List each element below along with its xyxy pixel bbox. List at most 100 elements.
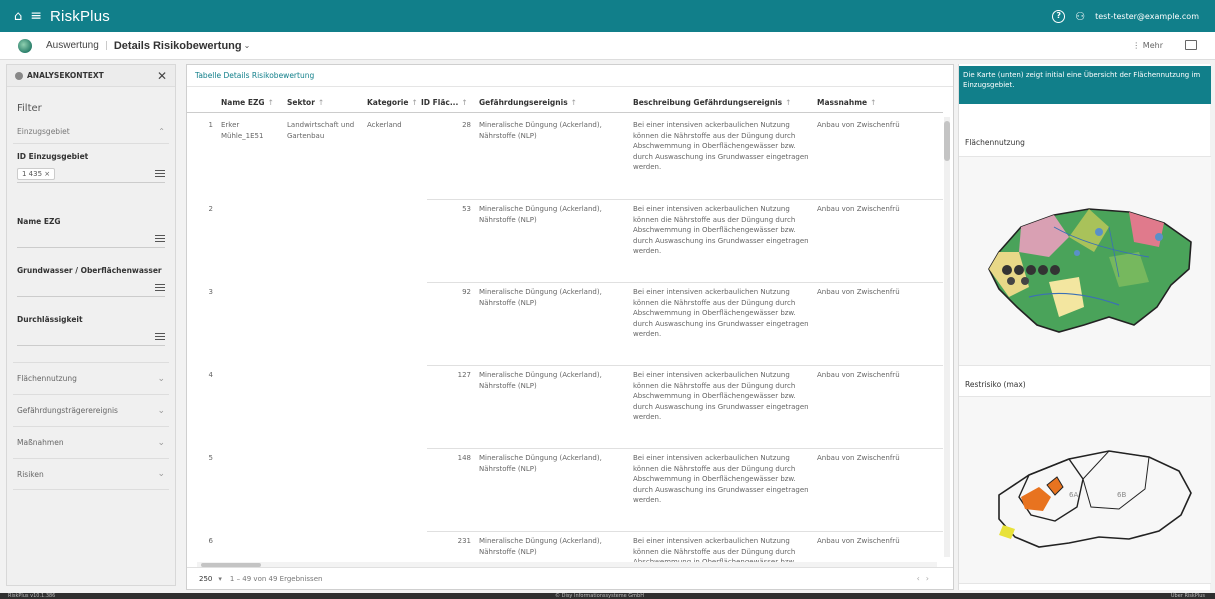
row-index: 6 [208,537,213,545]
cell-massnahme: Anbau von Zwischenfrü [817,288,900,296]
chevron-down-icon[interactable]: ⌄ [157,469,165,479]
scrollbar-thumb[interactable] [944,121,950,161]
list-icon[interactable] [155,234,165,243]
column-header-name-ezg[interactable]: Name EZG ↑ [217,98,283,107]
cell-gefaehrdungsereignis: Mineralische Düngung (Ackerland), Nährst… [479,288,602,307]
side-panel-icon[interactable] [1185,40,1197,50]
map-restrisiko[interactable]: 6A 6B [959,396,1211,584]
row-divider [427,199,943,200]
page-title[interactable]: Details Risikobewertung [114,40,242,52]
accordion-risiken[interactable]: Risiken ⌄ [13,458,169,490]
cell-empty [217,534,417,562]
durchlaessigkeit-field[interactable] [17,328,165,346]
cell-id-flaeche: 231 [457,537,471,545]
chevron-down-icon[interactable]: ⌄ [244,41,251,50]
accordion-flaechennutzung[interactable]: Flächennutzung ⌄ [13,362,169,394]
name-ezg-field[interactable] [17,230,165,248]
accordion-massnahmen[interactable]: Maßnahmen ⌄ [13,426,169,458]
table-row[interactable]: 3 92 Mineralische Düngung (Ackerland), N… [187,285,943,342]
column-header-kategorie[interactable]: Kategorie ↑ [363,98,417,107]
chevron-down-icon[interactable]: ⌄ [157,406,165,416]
cell-gefaehrdungsereignis: Mineralische Düngung (Ackerland), Nährst… [479,454,602,473]
row-divider [427,531,943,532]
list-icon[interactable] [155,283,165,292]
cell-empty [217,368,417,425]
column-header-gefaehrdungsereignis[interactable]: Gefährdungsereignis ↑ [475,98,629,107]
column-header-sektor[interactable]: Sektor ↑ [283,98,363,107]
list-icon[interactable] [155,169,165,178]
cell-gefaehrdungsereignis: Mineralische Düngung (Ackerland), Nährst… [479,205,602,224]
cell-massnahme: Anbau von Zwischenfrü [817,121,900,129]
accordion-gefaehrdung[interactable]: Gefährdungsträgerereignis ⌄ [13,394,169,426]
table-row[interactable]: 1 Erker Mühle_1E51 Landwirtschaft und Ga… [187,118,943,175]
id-einzugsgebiet-field[interactable]: 1 435 × [17,165,165,183]
top-bar-right: ? ⚇ test-tester@example.com [1052,0,1199,32]
cell-beschreibung: Bei einer intensiven ackerbaulichen Nutz… [633,454,809,504]
selected-chip[interactable]: 1 435 × [17,167,56,180]
home-icon[interactable]: ⌂ [14,9,22,24]
accordion-label: Maßnahmen [17,438,64,447]
chevron-down-icon[interactable]: ⌄ [157,374,165,384]
grundwasser-field[interactable] [17,279,165,297]
table-row[interactable]: 4 127 Mineralische Düngung (Ackerland), … [187,368,943,425]
result-count: 1 – 49 von 49 Ergebnissen [229,574,323,583]
close-icon[interactable]: ✕ [157,69,167,83]
row-divider [427,365,943,366]
menu-icon[interactable]: ≡ [30,8,42,24]
pagination-arrows[interactable]: ‹› [917,574,935,583]
map-restrisiko-image: 6A 6B [998,450,1192,548]
cell-empty [217,285,417,342]
table-body: 1 Erker Mühle_1E51 Landwirtschaft und Ga… [187,114,943,562]
cell-sektor: Landwirtschaft und Gartenbau [287,121,355,140]
map-title-flaechennutzung: Flächennutzung [965,138,1025,147]
map-flaechennutzung[interactable] [959,156,1211,366]
table-row[interactable]: 5 148 Mineralische Düngung (Ackerland), … [187,451,943,508]
column-header-massnahme[interactable]: Massnahme ↑ [813,98,913,107]
vertical-scrollbar[interactable] [944,117,950,557]
context-icon [15,71,23,80]
map-flaechennutzung-image [988,208,1192,333]
row-index: 4 [208,371,213,379]
cell-gefaehrdungsereignis: Mineralische Düngung (Ackerland), Nährst… [479,121,602,140]
field-label-id-einzugsgebiet: ID Einzugsgebiet [17,152,89,161]
table-row[interactable]: 6 231 Mineralische Düngung (Ackerland), … [187,534,943,562]
footer: RiskPlus v10.1.386 © Disy Informationssy… [0,593,1215,599]
breadcrumb-parent[interactable]: Auswertung [46,40,99,51]
cell-name-ezg: Erker Mühle_1E51 [221,121,264,140]
filter-group-einzugsgebiet[interactable]: Einzugsgebiet ⌃ [13,120,169,144]
filter-group-label: Einzugsgebiet [17,127,70,136]
column-header-id-flaeche[interactable]: ID Fläc... ↑ [417,98,475,107]
chevron-down-icon[interactable]: ⌄ [157,438,165,448]
field-label-name-ezg: Name EZG [17,217,61,226]
footer-about-link[interactable]: Über RiskPlus [1171,593,1205,599]
user-email[interactable]: test-tester@example.com [1095,12,1199,21]
map-label-6b: 6B [1117,491,1126,499]
cell-beschreibung: Bei einer intensiven ackerbaulichen Nutz… [633,371,809,421]
cell-id-flaeche: 53 [462,205,471,213]
column-header-beschreibung[interactable]: Beschreibung Gefährdungsereignis ↑ [629,98,813,107]
accordion-label: Flächennutzung [17,374,77,383]
field-label-grundwasser: Grundwasser / Oberflächenwasser [17,266,162,275]
cell-id-flaeche: 92 [462,288,471,296]
table-row[interactable]: 2 53 Mineralische Düngung (Ackerland), N… [187,202,943,259]
row-index: 2 [208,205,213,213]
accordion-label: Gefährdungsträgerereignis [17,406,118,415]
cell-beschreibung: Bei einer intensiven ackerbaulichen Nutz… [633,121,809,171]
footer-version: RiskPlus v10.1.386 [8,593,56,599]
more-button[interactable]: ⋮ Mehr [1132,41,1163,50]
app-logo-icon [18,38,32,53]
breadcrumb-bar: Auswertung | Details Risikobewertung ⌄ ⋮… [0,32,1215,60]
list-icon[interactable] [155,332,165,341]
footer-copyright: © Disy Informationssysteme GmbH [555,593,644,599]
chevron-down-icon[interactable]: ▾ [218,575,222,583]
page-size-select[interactable]: 250 [199,575,212,583]
sidebar-header-label: ANALYSEKONTEXT [27,71,104,80]
info-banner: Die Karte (unten) zeigt initial eine Übe… [959,66,1211,104]
help-icon[interactable]: ? [1052,9,1066,23]
accordion-label: Risiken [17,469,44,479]
app-title[interactable]: RiskPlus [50,8,110,25]
cell-gefaehrdungsereignis: Mineralische Düngung (Ackerland), Nährst… [479,537,602,556]
user-icon[interactable]: ⚇ [1075,10,1085,23]
analysis-context-sidebar: ANALYSEKONTEXT ✕ Filter Einzugsgebiet ⌃ … [6,64,176,586]
chevron-up-icon[interactable]: ⌃ [158,127,165,136]
